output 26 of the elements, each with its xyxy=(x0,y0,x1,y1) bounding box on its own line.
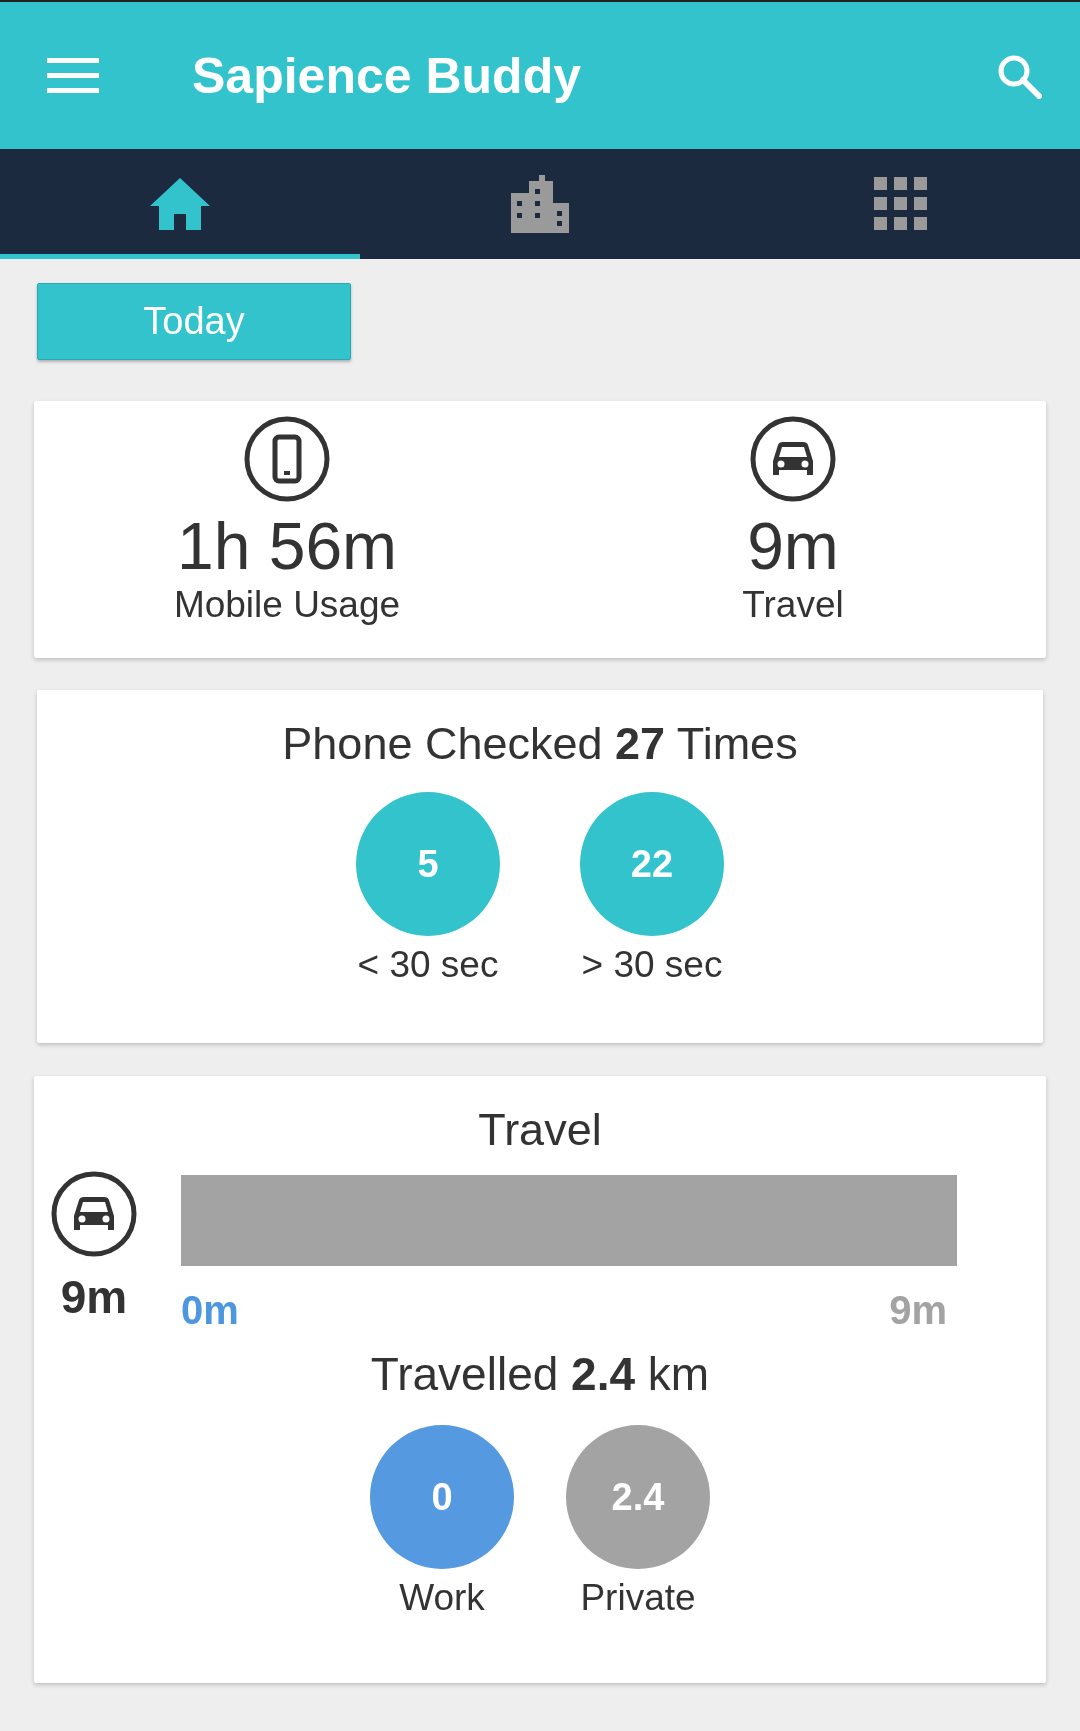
travel-duration: 9m xyxy=(60,1270,128,1324)
stat-value: 9m xyxy=(747,511,839,581)
phone-icon xyxy=(243,415,331,503)
app-title: Sapience Buddy xyxy=(192,46,582,105)
travel-title: Travel xyxy=(478,1104,602,1156)
count-circle: 5 xyxy=(356,792,500,936)
bucket-label: > 30 sec xyxy=(581,944,723,986)
stat-value: 1h 56m xyxy=(176,511,398,581)
split-label: Work xyxy=(399,1577,485,1619)
grid-icon xyxy=(873,177,927,230)
today-button[interactable]: Today xyxy=(37,283,351,360)
axis-label: 9m xyxy=(889,1288,947,1333)
car-icon xyxy=(749,415,837,503)
split-label: Private xyxy=(580,1577,696,1619)
distance-text: Travelled 2.4 km xyxy=(370,1347,710,1401)
home-icon xyxy=(148,175,212,232)
stat-label: Mobile Usage xyxy=(173,583,401,627)
stat-label: Travel xyxy=(742,583,844,627)
car-icon xyxy=(50,1170,138,1258)
bucket-label: < 30 sec xyxy=(357,944,499,986)
axis-label: 0m xyxy=(181,1288,239,1333)
checks-title: Phone Checked 27 Times xyxy=(282,718,798,770)
count-circle: 22 xyxy=(580,792,724,936)
count-circle: 0 xyxy=(370,1425,514,1569)
buildings-icon xyxy=(509,172,571,235)
count-circle: 2.4 xyxy=(566,1425,710,1569)
